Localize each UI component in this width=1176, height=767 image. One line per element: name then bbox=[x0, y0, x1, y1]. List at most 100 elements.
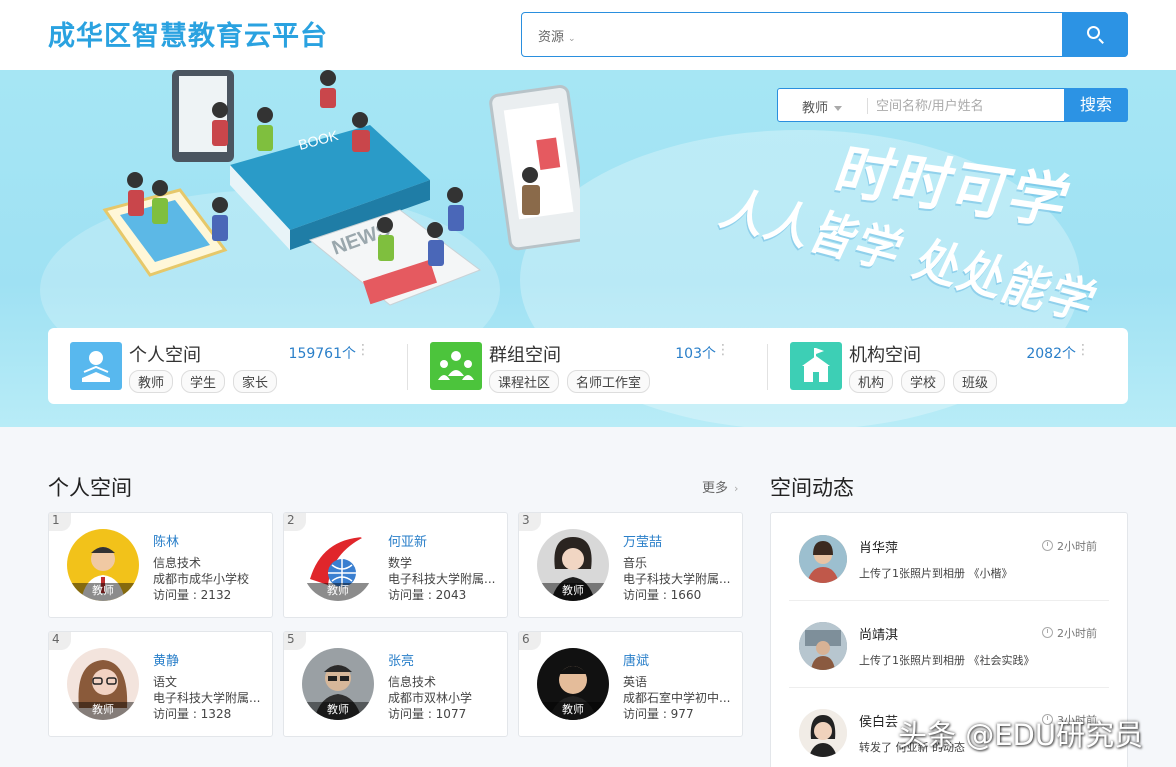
teacher-subject: 数学 bbox=[388, 556, 413, 570]
tag-parent[interactable]: 家长 bbox=[233, 370, 278, 393]
space-search-box: 教师 搜索 bbox=[777, 88, 1128, 122]
role-label: 教师 bbox=[67, 583, 139, 601]
avatar[interactable]: 教师 bbox=[302, 529, 374, 601]
rank-badge: 3 bbox=[519, 513, 541, 531]
global-search-button[interactable] bbox=[1062, 12, 1128, 57]
space-card[interactable]: 1 教师 陈林 信息技术 成都市成华小学校 访问量 : 2132 bbox=[48, 512, 273, 618]
role-label: 教师 bbox=[537, 702, 609, 720]
teacher-school: 电子科技大学附属... bbox=[623, 572, 731, 586]
teacher-name[interactable]: 黄静 bbox=[153, 650, 179, 669]
rank-badge: 1 bbox=[49, 513, 71, 531]
space-card[interactable]: 5 教师 张亮 信息技术 成都市双林小学 访问量 : 1077 bbox=[283, 631, 508, 737]
role-label: 教师 bbox=[302, 702, 374, 720]
teacher-school: 成都石室中学初中... bbox=[623, 691, 731, 705]
watermark: 头条 @EDU研究员 bbox=[898, 718, 1144, 752]
more-dots-icon[interactable]: ⋮ bbox=[1076, 342, 1090, 358]
school-building-icon bbox=[790, 342, 842, 390]
tag-class[interactable]: 班级 bbox=[953, 370, 998, 393]
search-icon bbox=[1087, 26, 1100, 39]
feed-description[interactable]: 上传了1张照片到相册 《社会实践》 bbox=[859, 652, 1035, 668]
space-card[interactable]: 3 教师 万莹喆 音乐 电子科技大学附属... 访问量 : 1660 bbox=[518, 512, 743, 618]
stat-count: 103个 bbox=[675, 346, 716, 362]
avatar[interactable]: 教师 bbox=[537, 529, 609, 601]
role-label: 教师 bbox=[67, 702, 139, 720]
feed-item[interactable]: 肖华萍 2小时前 上传了1张照片到相册 《小楷》 bbox=[789, 515, 1109, 601]
visit-count: 访问量 : 1077 bbox=[388, 707, 467, 721]
space-card[interactable]: 2 教师 何亚新 数学 电子科技大学附属... 访问量 : 2043 bbox=[283, 512, 508, 618]
avatar[interactable] bbox=[799, 622, 847, 670]
chevron-right-icon: › bbox=[734, 482, 739, 495]
clock-icon bbox=[1042, 627, 1053, 638]
feed-user-name[interactable]: 肖华萍 bbox=[859, 537, 898, 556]
feed-description[interactable]: 上传了1张照片到相册 《小楷》 bbox=[859, 565, 1013, 581]
teacher-school: 成都市双林小学 bbox=[388, 691, 473, 705]
rank-badge: 6 bbox=[519, 632, 541, 650]
role-label: 教师 bbox=[302, 583, 374, 601]
stat-title: 群组空间 bbox=[489, 345, 561, 366]
teacher-name[interactable]: 陈林 bbox=[153, 531, 179, 550]
feed-user-name[interactable]: 尚靖淇 bbox=[859, 624, 898, 643]
space-card[interactable]: 6 教师 唐斌 英语 成都石室中学初中... 访问量 : 977 bbox=[518, 631, 743, 737]
rank-badge: 5 bbox=[284, 632, 306, 650]
reader-icon bbox=[70, 342, 122, 390]
role-select[interactable]: 教师 bbox=[802, 97, 843, 116]
avatar[interactable] bbox=[799, 535, 847, 583]
teacher-subject: 信息技术 bbox=[153, 556, 202, 570]
avatar[interactable]: 教师 bbox=[537, 648, 609, 720]
teacher-name[interactable]: 万莹喆 bbox=[623, 531, 662, 550]
avatar[interactable]: 教师 bbox=[67, 529, 139, 601]
more-dots-icon[interactable]: ⋮ bbox=[356, 342, 370, 358]
visit-count: 访问量 : 977 bbox=[623, 707, 694, 721]
site-logo[interactable]: 成华区智慧教育云平台 bbox=[48, 14, 328, 53]
teacher-school: 成都市成华小学校 bbox=[153, 572, 250, 586]
teacher-school: 电子科技大学附属... bbox=[153, 691, 261, 705]
avatar[interactable]: 教师 bbox=[67, 648, 139, 720]
feed-time: 2小时前 bbox=[1042, 625, 1097, 641]
avatar[interactable]: 教师 bbox=[302, 648, 374, 720]
tag-teacher[interactable]: 教师 bbox=[129, 370, 174, 393]
feed-item[interactable]: 尚靖淇 2小时前 上传了1张照片到相册 《社会实践》 bbox=[789, 602, 1109, 688]
visit-count: 访问量 : 1328 bbox=[153, 707, 232, 721]
teacher-school: 电子科技大学附属... bbox=[388, 572, 496, 586]
teacher-name[interactable]: 何亚新 bbox=[388, 531, 427, 550]
tag-institution[interactable]: 机构 bbox=[849, 370, 894, 393]
teacher-subject: 音乐 bbox=[623, 556, 648, 570]
space-search-button[interactable]: 搜索 bbox=[1064, 88, 1128, 122]
tag-student[interactable]: 学生 bbox=[181, 370, 226, 393]
teacher-subject: 信息技术 bbox=[388, 675, 437, 689]
stat-title: 机构空间 bbox=[849, 345, 921, 366]
avatar[interactable] bbox=[799, 709, 847, 757]
feed-user-name[interactable]: 侯白芸 bbox=[859, 711, 898, 730]
section-title-activity: 空间动态 bbox=[770, 476, 854, 500]
visit-count: 访问量 : 1660 bbox=[623, 588, 702, 602]
tag-course-community[interactable]: 课程社区 bbox=[489, 370, 560, 393]
visit-count: 访问量 : 2043 bbox=[388, 588, 467, 602]
stat-group-space[interactable]: 群组空间 103个 ⋮ 课程社区 名师工作室 bbox=[408, 328, 768, 404]
more-dots-icon[interactable]: ⋮ bbox=[716, 342, 730, 358]
rank-badge: 2 bbox=[284, 513, 306, 531]
tag-master-studio[interactable]: 名师工作室 bbox=[567, 370, 651, 393]
global-search-box: 资源 ⌄ bbox=[521, 12, 1128, 57]
teacher-name[interactable]: 唐斌 bbox=[623, 650, 649, 669]
stat-title: 个人空间 bbox=[129, 345, 201, 366]
banner-illustration: BOOK NEWS bbox=[102, 70, 580, 306]
hero-banner: BOOK NEWS 时时可学 人人皆学 处处能学 教师 搜索 个人空间 bbox=[0, 70, 1176, 427]
space-card[interactable]: 4 教师 黄静 语文 电子科技大学附属... 访问量 : 1328 bbox=[48, 631, 273, 737]
caret-down-icon bbox=[834, 106, 843, 111]
feed-time: 2小时前 bbox=[1042, 538, 1097, 554]
more-link[interactable]: 更多 › bbox=[702, 477, 738, 496]
teacher-name[interactable]: 张亮 bbox=[388, 650, 414, 669]
search-category-select[interactable]: 资源 ⌄ bbox=[538, 26, 576, 45]
stat-personal-space[interactable]: 个人空间 159761个 ⋮ 教师 学生 家长 bbox=[48, 328, 408, 404]
space-stats-bar: 个人空间 159761个 ⋮ 教师 学生 家长 群组空间 103个 ⋮ 课程社区… bbox=[48, 328, 1128, 404]
top-header: 成华区智慧教育云平台 资源 ⌄ bbox=[0, 0, 1176, 70]
global-search-input[interactable] bbox=[602, 21, 1042, 49]
clock-icon bbox=[1042, 540, 1053, 551]
teacher-subject: 语文 bbox=[153, 675, 178, 689]
stat-org-space[interactable]: 机构空间 2082个 ⋮ 机构 学校 班级 bbox=[768, 328, 1128, 404]
stat-count: 2082个 bbox=[1026, 346, 1076, 362]
section-title-personal: 个人空间 bbox=[48, 476, 132, 500]
space-search-input[interactable] bbox=[876, 94, 1056, 116]
visit-count: 访问量 : 2132 bbox=[153, 588, 232, 602]
tag-school[interactable]: 学校 bbox=[901, 370, 946, 393]
